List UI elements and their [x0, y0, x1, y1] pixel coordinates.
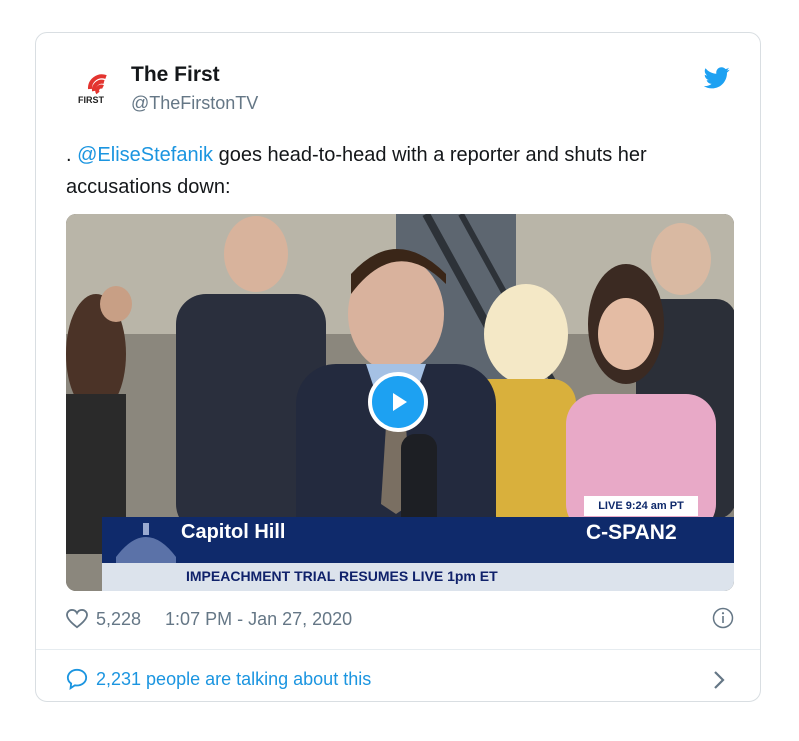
- info-icon[interactable]: [712, 607, 734, 629]
- divider: [36, 649, 760, 650]
- heart-icon[interactable]: [66, 609, 88, 629]
- mention-link[interactable]: @EliseStefanik: [77, 144, 213, 166]
- play-button[interactable]: [368, 372, 428, 432]
- live-badge: LIVE 9:24 am PT: [584, 496, 698, 516]
- avatar-logo-text: FIRST: [78, 95, 105, 105]
- tweet-meta: 5,228 1:07 PM - Jan 27, 2020: [66, 605, 352, 633]
- ticker-text: IMPEACHMENT TRIAL RESUMES LIVE 1pm ET: [186, 568, 498, 584]
- twitter-bird-icon[interactable]: [703, 67, 730, 89]
- location-title: Capitol Hill: [181, 521, 286, 543]
- conversation-link[interactable]: 2,231 people are talking about this: [66, 664, 371, 694]
- tweet-card: FIRST The First @TheFirstonTV . @EliseSt…: [35, 32, 761, 702]
- tweet-text: . @EliseStefanik goes head-to-head with …: [66, 139, 726, 203]
- talking-text: 2,231 people are talking about this: [96, 668, 372, 689]
- timestamp[interactable]: 1:07 PM - Jan 27, 2020: [165, 609, 352, 630]
- author-handle[interactable]: @TheFirstonTV: [131, 93, 258, 114]
- chevron-right-icon[interactable]: [712, 670, 726, 690]
- like-count[interactable]: 5,228: [96, 609, 141, 630]
- play-icon: [393, 393, 407, 411]
- network-logo: C-SPAN2: [586, 521, 677, 544]
- tweet-text-prefix: .: [66, 144, 78, 166]
- avatar[interactable]: FIRST: [76, 71, 112, 107]
- author-name[interactable]: The First: [131, 63, 220, 87]
- video-player[interactable]: LIVE 9:24 am PT Capitol Hill C-SPAN2 IMP…: [66, 214, 734, 591]
- comment-icon: [66, 668, 88, 690]
